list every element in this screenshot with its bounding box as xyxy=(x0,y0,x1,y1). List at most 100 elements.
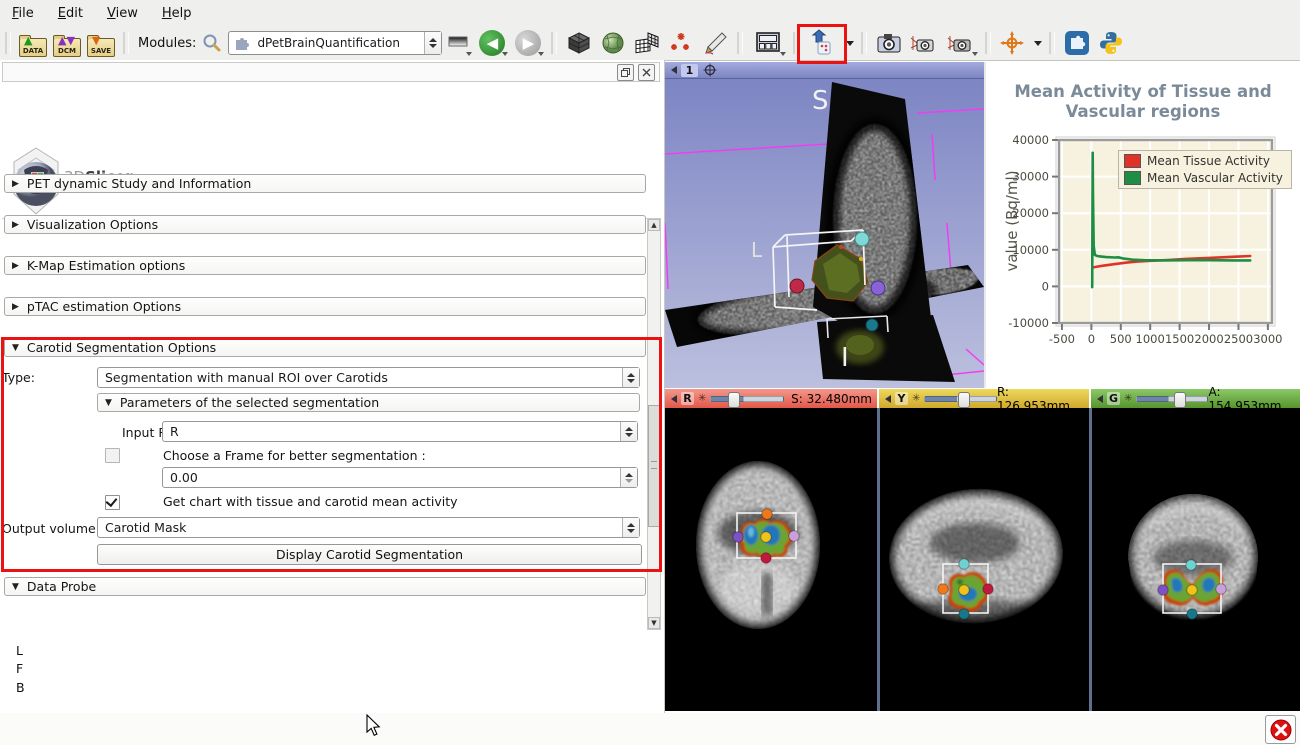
extensions-manager-button[interactable] xyxy=(1061,29,1093,57)
annotations-button[interactable] xyxy=(699,29,731,57)
menu-file[interactable]: File xyxy=(0,2,46,25)
surface-models-button[interactable] xyxy=(597,29,629,57)
module-selector-spinner[interactable] xyxy=(424,32,441,54)
frame-spinbox[interactable]: 0.00 xyxy=(162,467,638,488)
fiducial-sphere[interactable] xyxy=(790,279,804,293)
section-parameters-selected-segmentation[interactable]: ▼Parameters of the selected segmentation xyxy=(97,393,640,412)
fiducial-marker[interactable] xyxy=(983,584,993,594)
load-dicom-button[interactable]: ▲▼DCM xyxy=(51,29,83,57)
fiducial-marker[interactable] xyxy=(1187,585,1197,595)
histogram-tool-button[interactable] xyxy=(443,29,473,57)
scene-views-dropdown[interactable] xyxy=(841,29,855,57)
view-splitter[interactable] xyxy=(984,62,986,388)
red-slice-slider[interactable] xyxy=(710,396,784,402)
slider-handle[interactable] xyxy=(728,392,740,408)
scrollbar-thumb[interactable] xyxy=(648,405,660,527)
scene-views-button[interactable] xyxy=(805,29,839,57)
fiducial-sphere[interactable] xyxy=(871,281,885,295)
toolbar-grip[interactable] xyxy=(985,32,991,54)
section-carotid-segmentation[interactable]: ▼Carotid Segmentation Options xyxy=(4,338,646,357)
layout-selector-button[interactable] xyxy=(749,29,787,57)
choose-frame-checkbox[interactable] xyxy=(105,448,120,463)
spin-view-icon[interactable] xyxy=(703,63,717,77)
history-forward-button[interactable]: ▶ xyxy=(511,29,545,57)
green-slice-slider[interactable] xyxy=(1136,396,1208,402)
fiducial-marker[interactable] xyxy=(959,609,969,619)
fiducial-marker[interactable] xyxy=(762,509,772,519)
chart-plot[interactable]: -10000010000200003000040000-500050010001… xyxy=(986,78,1300,388)
crosshair-dropdown[interactable] xyxy=(1029,29,1043,57)
section-data-probe[interactable]: ▼Data Probe xyxy=(4,577,646,596)
output-volume-spinner[interactable] xyxy=(622,518,639,537)
fiducial-visibility-icon[interactable]: ✳ xyxy=(912,393,920,404)
slider-handle[interactable] xyxy=(1174,392,1186,408)
input-roi-spinner[interactable] xyxy=(620,422,637,441)
fiducial-sphere[interactable] xyxy=(855,232,869,246)
display-carotid-segmentation-button[interactable]: Display Carotid Segmentation xyxy=(97,544,642,565)
frame-spinbox-arrows[interactable] xyxy=(620,468,637,487)
view-pin-icon[interactable] xyxy=(885,395,891,403)
fiducial-marker[interactable] xyxy=(1158,585,1168,595)
yellow-slice-view[interactable] xyxy=(880,408,1089,711)
scene-capture-button[interactable] xyxy=(907,29,939,57)
fiducial-marker[interactable] xyxy=(1216,584,1226,594)
section-visualization-options[interactable]: ▶Visualization Options xyxy=(4,215,646,234)
segmentation-type-spinner[interactable] xyxy=(622,368,639,387)
toolbar-grip[interactable] xyxy=(1049,32,1055,54)
view-pin-icon[interactable] xyxy=(671,395,677,403)
menu-view[interactable]: View xyxy=(95,2,150,25)
fiducial-marker[interactable] xyxy=(959,559,969,569)
float-panel-button[interactable] xyxy=(617,64,634,81)
scroll-up-arrow[interactable]: ▲ xyxy=(648,219,660,231)
crosshair-button[interactable] xyxy=(997,29,1027,57)
yellow-slice-slider[interactable] xyxy=(924,396,997,402)
history-back-button[interactable]: ◀ xyxy=(475,29,509,57)
toolbar-grip[interactable] xyxy=(123,32,129,54)
section-ptac-estimation[interactable]: ▶pTAC estimation Options xyxy=(4,297,646,316)
scroll-down-arrow[interactable]: ▼ xyxy=(648,617,660,629)
fiducial-marker[interactable] xyxy=(761,532,771,542)
fiducial-marker[interactable] xyxy=(733,532,743,542)
menu-edit[interactable]: Edit xyxy=(46,2,95,25)
slice-planes-button[interactable] xyxy=(631,29,663,57)
save-button[interactable]: ▼SAVE xyxy=(85,29,117,57)
python-console-button[interactable] xyxy=(1095,29,1127,57)
red-slice-view[interactable] xyxy=(665,408,877,711)
fiducial-marker[interactable] xyxy=(789,531,799,541)
fiducials-button[interactable] xyxy=(665,29,697,57)
view-pin-icon[interactable] xyxy=(671,66,677,74)
module-selector-combobox[interactable]: dPetBrainQuantification xyxy=(228,31,442,55)
toolbar-grip[interactable] xyxy=(551,32,557,54)
toolbar-grip[interactable] xyxy=(861,32,867,54)
volume-rendering-button[interactable] xyxy=(563,29,595,57)
fiducial-marker[interactable] xyxy=(1186,560,1196,570)
output-volume-combobox[interactable]: Carotid Mask xyxy=(97,517,640,538)
scene-capture-options-button[interactable] xyxy=(941,29,979,57)
view-pin-icon[interactable] xyxy=(1097,395,1103,403)
panel-scrollbar[interactable]: ▲ ▼ xyxy=(647,218,661,630)
load-data-button[interactable]: ▲DATA xyxy=(17,29,49,57)
green-slice-view[interactable] xyxy=(1092,408,1300,711)
fiducial-marker[interactable] xyxy=(1187,609,1197,619)
fiducial-visibility-icon[interactable]: ✳ xyxy=(698,393,706,404)
fiducial-marker[interactable] xyxy=(761,553,771,563)
fiducial-visibility-icon[interactable]: ✳ xyxy=(1124,393,1132,404)
close-panel-button[interactable] xyxy=(638,64,655,81)
section-pet-dynamic-study[interactable]: ▶PET dynamic Study and Information xyxy=(4,174,646,193)
screenshot-button[interactable] xyxy=(873,29,905,57)
fiducial-sphere[interactable] xyxy=(866,319,878,331)
fiducial-marker[interactable] xyxy=(959,585,969,595)
input-roi-combobox[interactable]: R xyxy=(162,421,638,442)
toolbar-grip[interactable] xyxy=(5,32,11,54)
error-log-button[interactable] xyxy=(1265,715,1296,744)
toolbar-grip[interactable] xyxy=(793,32,799,54)
threed-viewport[interactable]: S L I xyxy=(665,79,984,388)
toolbar-grip[interactable] xyxy=(737,32,743,54)
section-kmap-estimation[interactable]: ▶K-Map Estimation options xyxy=(4,256,646,275)
segmentation-type-combobox[interactable]: Segmentation with manual ROI over Caroti… xyxy=(97,367,640,388)
fiducial-marker[interactable] xyxy=(938,584,948,594)
module-search-icon[interactable] xyxy=(202,33,222,53)
get-chart-checkbox[interactable] xyxy=(105,495,120,510)
menu-help[interactable]: Help xyxy=(150,2,204,25)
slider-handle[interactable] xyxy=(958,392,970,408)
